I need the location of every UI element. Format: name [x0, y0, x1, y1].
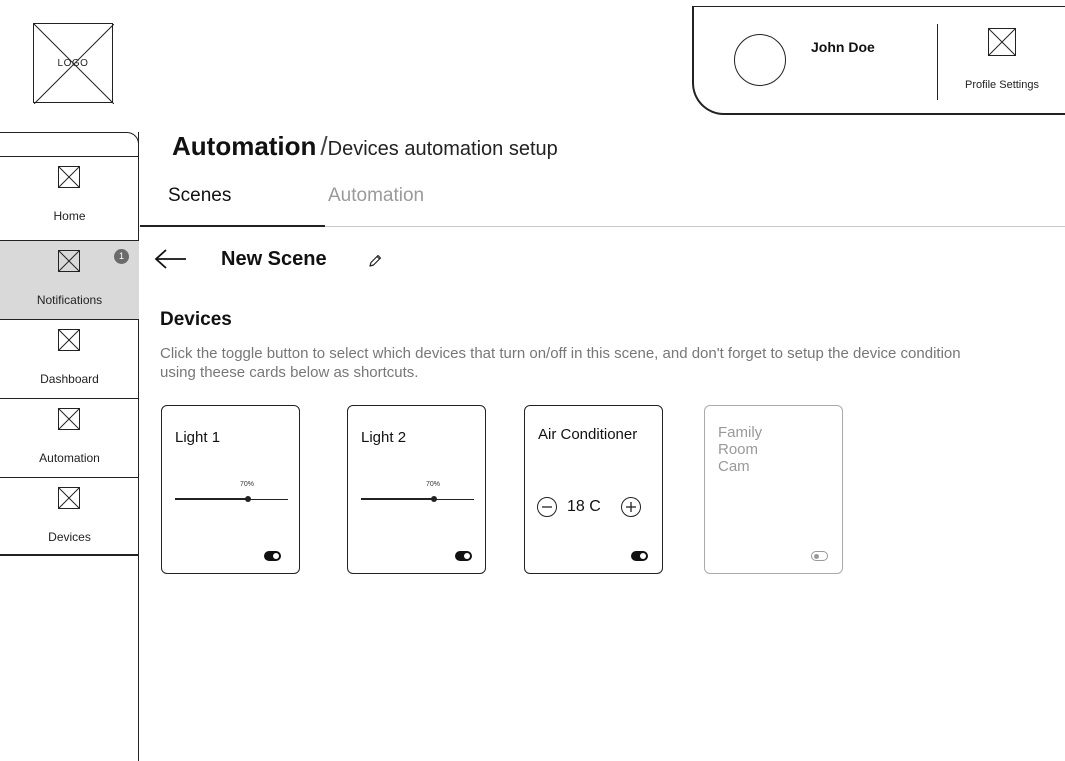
device-toggle[interactable] [455, 551, 472, 561]
device-name: Light 1 [175, 429, 221, 446]
devices-placeholder-icon [58, 487, 80, 509]
brightness-slider[interactable]: 70% [175, 478, 288, 508]
device-card-air-conditioner[interactable]: Air Conditioner 18 C [524, 405, 663, 574]
settings-placeholder-icon [988, 28, 1016, 56]
slider-fill [175, 498, 248, 500]
slider-thumb[interactable] [431, 496, 437, 502]
brightness-label: 70% [426, 481, 441, 488]
profile-header: John Doe Profile Settings [692, 6, 1065, 115]
home-placeholder-icon [58, 166, 80, 188]
sidebar-item-label: Automation [39, 451, 100, 465]
logo: LOGO [33, 23, 114, 104]
device-name: Family Room Cam [718, 424, 763, 475]
profile-settings-label: Profile Settings [965, 79, 1039, 91]
user-name: John Doe [811, 39, 875, 55]
page-title: Automation/Devices automation setup [172, 131, 558, 162]
scene-name: New Scene [221, 248, 327, 270]
sidebar-item-label: Dashboard [40, 372, 99, 386]
sidebar-item-notifications[interactable]: 1 Notifications [0, 240, 139, 319]
sidebar-tab [0, 132, 139, 156]
sidebar-item-home[interactable]: Home [0, 156, 139, 235]
device-toggle[interactable] [631, 551, 648, 561]
sidebar: Home 1 Notifications Dashboard Automatio… [0, 132, 139, 761]
page-title-main: Automation [172, 131, 317, 161]
device-card-family-room-cam[interactable]: Family Room Cam [704, 405, 843, 574]
plus-icon [626, 502, 636, 512]
device-card-light-2[interactable]: Light 2 70% [347, 405, 486, 574]
dashboard-placeholder-icon [58, 329, 80, 351]
devices-description: Click the toggle button to select which … [160, 345, 961, 381]
active-tab-indicator [140, 225, 325, 227]
tab-scenes[interactable]: Scenes [168, 185, 231, 207]
automation-placeholder-icon [58, 408, 80, 430]
minus-icon [542, 506, 552, 508]
notification-badge: 1 [114, 249, 129, 264]
temperature-increase-button[interactable] [621, 497, 641, 517]
device-toggle[interactable] [264, 551, 281, 561]
sidebar-item-label: Notifications [36, 293, 103, 307]
profile-divider [937, 24, 938, 100]
sidebar-divider [0, 554, 139, 556]
devices-section-title: Devices [160, 309, 232, 330]
sidebar-item-label: Devices [48, 530, 91, 544]
device-name: Air Conditioner [538, 426, 638, 443]
pencil-icon[interactable] [367, 253, 383, 269]
brightness-label: 70% [240, 481, 255, 488]
brightness-slider[interactable]: 70% [361, 478, 474, 508]
slider-fill [361, 498, 434, 500]
arrow-left-icon[interactable] [154, 248, 188, 270]
device-toggle[interactable] [811, 551, 828, 561]
temperature-decrease-button[interactable] [537, 497, 557, 517]
device-card-light-1[interactable]: Light 1 70% [161, 405, 300, 574]
sidebar-item-dashboard[interactable]: Dashboard [0, 319, 139, 398]
device-name: Light 2 [361, 429, 407, 446]
tab-automation[interactable]: Automation [328, 185, 424, 207]
notifications-placeholder-icon [58, 250, 80, 272]
slider-thumb[interactable] [245, 496, 251, 502]
logo-text: LOGO [57, 57, 89, 69]
avatar[interactable] [734, 34, 786, 86]
breadcrumb-separator: / [320, 131, 328, 161]
sidebar-item-devices[interactable]: Devices [0, 477, 139, 556]
temperature-stepper[interactable]: 18 C [537, 495, 649, 519]
sidebar-item-label: Home [53, 209, 86, 223]
profile-settings-button[interactable]: Profile Settings [946, 27, 1058, 97]
page-subtitle: Devices automation setup [327, 138, 558, 160]
sidebar-item-automation[interactable]: Automation [0, 398, 139, 477]
temperature-value: 18 C [567, 498, 601, 515]
